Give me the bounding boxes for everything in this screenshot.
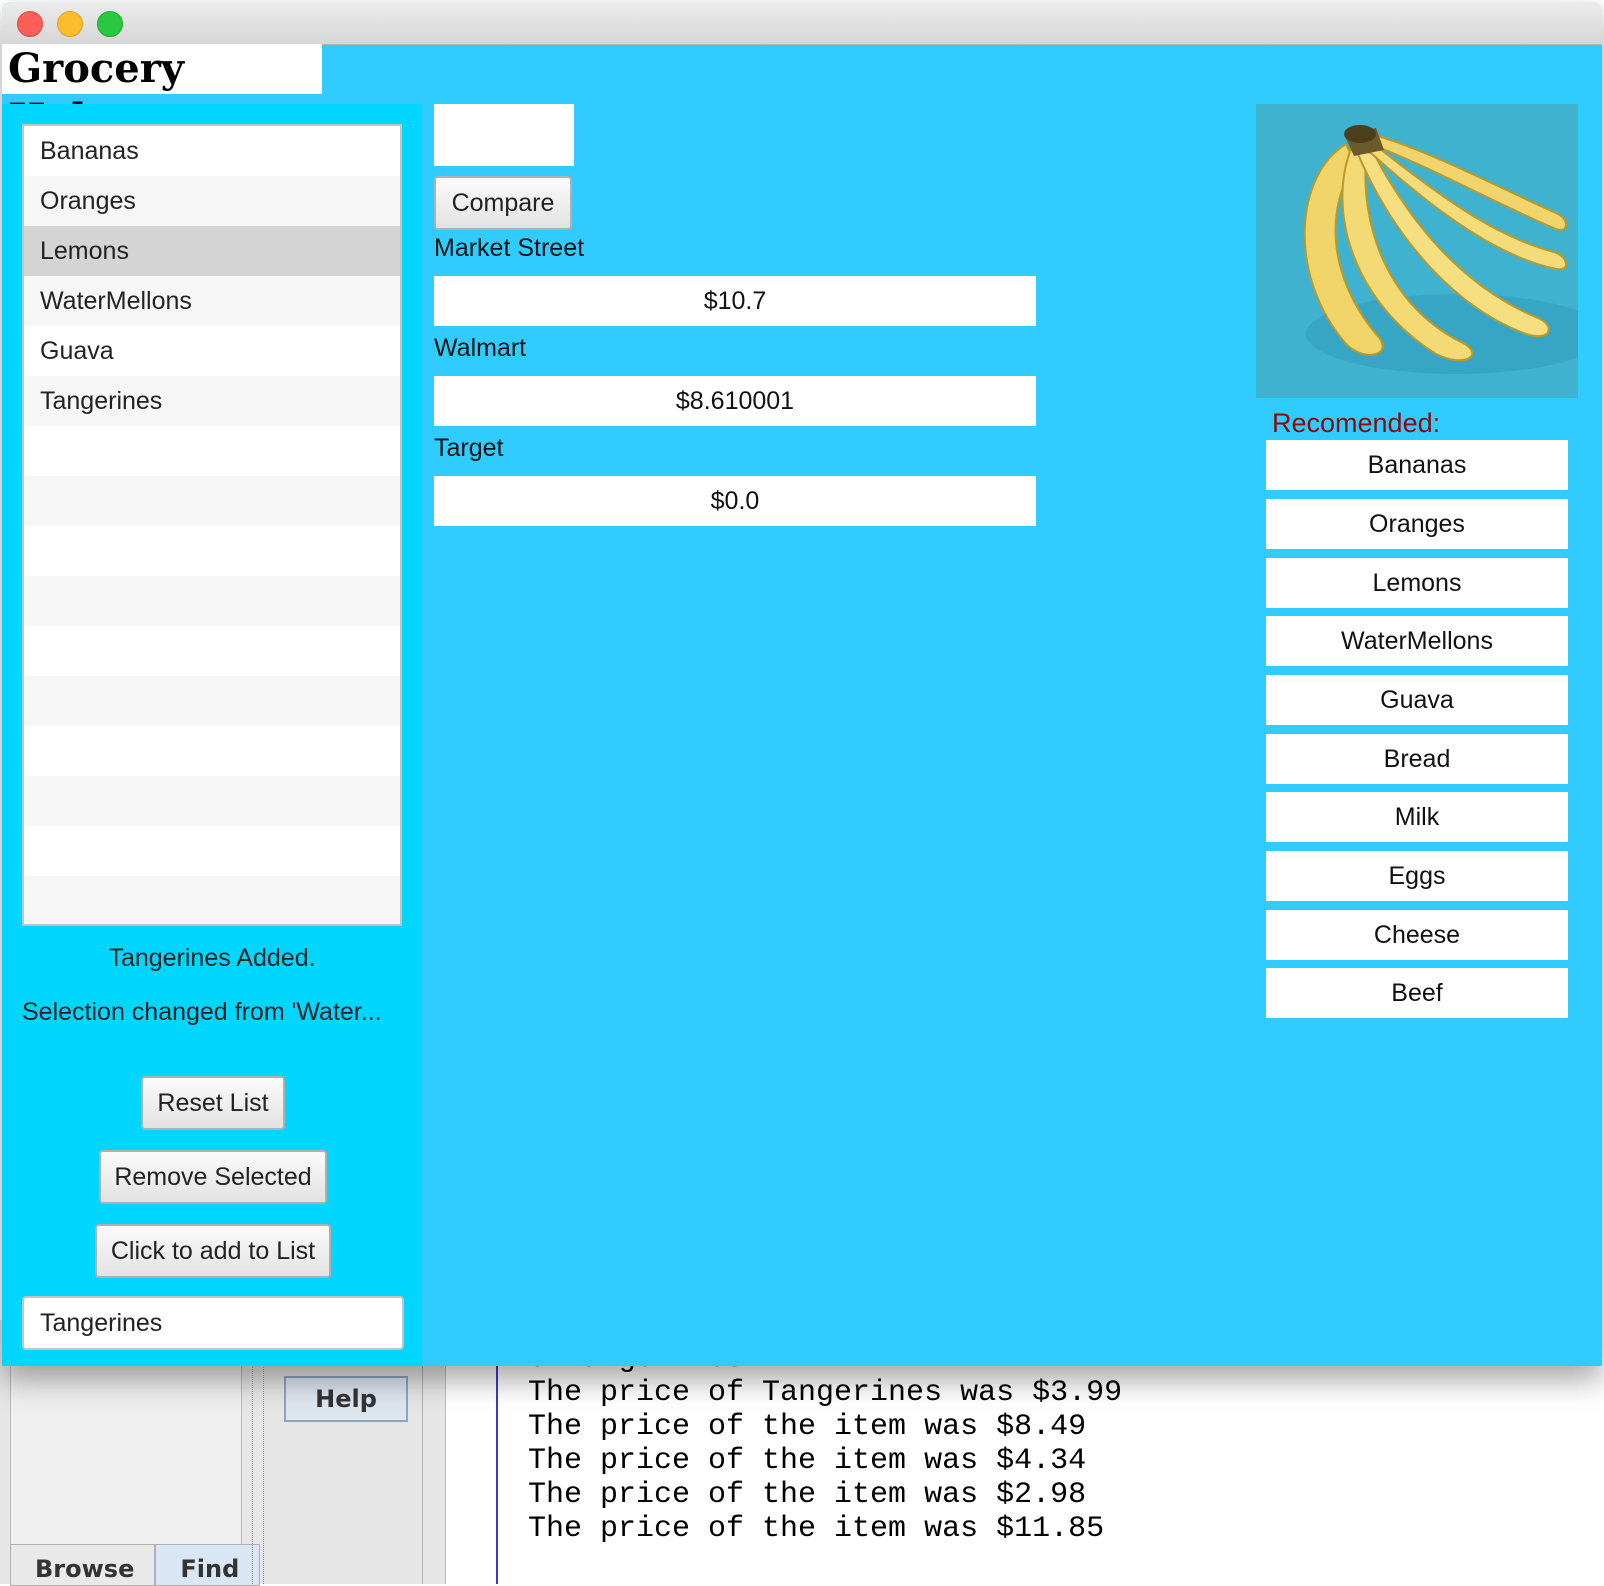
list-empty-row <box>24 676 400 726</box>
status-added: Tangerines Added. <box>108 944 316 972</box>
minimize-icon[interactable] <box>57 11 83 37</box>
list-empty-row <box>24 726 400 776</box>
app-title: Grocery Helper <box>2 44 322 142</box>
ide-tabs: Browse Find <box>10 1544 261 1586</box>
console-output: 6.TangerinesThe price of Tangerines was … <box>528 1342 1122 1546</box>
maximize-icon[interactable] <box>97 11 123 37</box>
recommended-item[interactable]: Beef <box>1266 968 1568 1018</box>
recommended-item[interactable]: Milk <box>1266 792 1568 842</box>
item-input[interactable]: Tangerines <box>22 1296 404 1350</box>
help-button[interactable]: Help <box>284 1376 408 1422</box>
console-line: The price of the item was $11.85 <box>528 1512 1105 1546</box>
list-item[interactable]: WaterMellons <box>24 276 400 326</box>
console-line: The price of the item was $2.98 <box>528 1478 1087 1512</box>
list-item[interactable]: Tangerines <box>24 376 400 426</box>
list-empty-row <box>24 426 400 476</box>
window-titlebar[interactable] <box>2 2 1602 45</box>
list-empty-row <box>24 876 400 924</box>
list-empty-row <box>24 826 400 876</box>
banana-photo <box>1256 104 1578 398</box>
close-icon[interactable] <box>17 11 43 37</box>
tab-find[interactable]: Find <box>155 1544 261 1586</box>
console-line: The price of the item was $4.34 <box>528 1444 1087 1478</box>
recommended-item[interactable]: Lemons <box>1266 558 1568 608</box>
console-line: The price of the item was $8.49 <box>528 1410 1087 1444</box>
banana-photo <box>1256 104 1578 398</box>
grocery-list[interactable]: Bananas Oranges Lemons WaterMellons Guav… <box>22 124 402 926</box>
console-line: The price of Tangerines was $3.99 <box>528 1376 1123 1410</box>
recommended-item[interactable]: Guava <box>1266 675 1568 725</box>
compare-button[interactable]: Compare <box>434 176 572 230</box>
store-label: Target <box>434 434 504 462</box>
tab-browse[interactable]: Browse <box>10 1544 156 1586</box>
list-empty-row <box>24 526 400 576</box>
list-empty-row <box>24 626 400 676</box>
recommended-item[interactable]: Eggs <box>1266 851 1568 901</box>
recommended-item[interactable]: Bananas <box>1266 440 1568 490</box>
store-label: Walmart <box>434 334 527 362</box>
recommended-item[interactable]: Cheese <box>1266 910 1568 960</box>
price-field: $10.7 <box>434 276 1036 326</box>
remove-selected-button[interactable]: Remove Selected <box>99 1150 327 1204</box>
price-field: $0.0 <box>434 476 1036 526</box>
list-empty-row <box>24 576 400 626</box>
list-item-selected[interactable]: Lemons <box>24 226 400 276</box>
list-empty-row <box>24 776 400 826</box>
recommended-item[interactable]: Oranges <box>1266 499 1568 549</box>
compare-search-input[interactable] <box>434 104 574 166</box>
list-empty-row <box>24 476 400 526</box>
recommended-item[interactable]: WaterMellons <box>1266 616 1568 666</box>
reset-list-button[interactable]: Reset List <box>141 1076 285 1130</box>
store-label: Market Street <box>434 234 585 262</box>
list-item[interactable]: Oranges <box>24 176 400 226</box>
add-to-list-button[interactable]: Click to add to List <box>95 1224 331 1278</box>
list-item[interactable]: Bananas <box>24 126 400 176</box>
status-selection: Selection changed from 'Water... <box>22 998 382 1026</box>
recommended-item[interactable]: Bread <box>1266 734 1568 784</box>
list-item[interactable]: Guava <box>24 326 400 376</box>
price-field: $8.610001 <box>434 376 1036 426</box>
app-window: Grocery Helper Bananas Oranges Lemons Wa… <box>2 2 1602 1366</box>
recommended-label: Recomended: <box>1272 408 1441 438</box>
